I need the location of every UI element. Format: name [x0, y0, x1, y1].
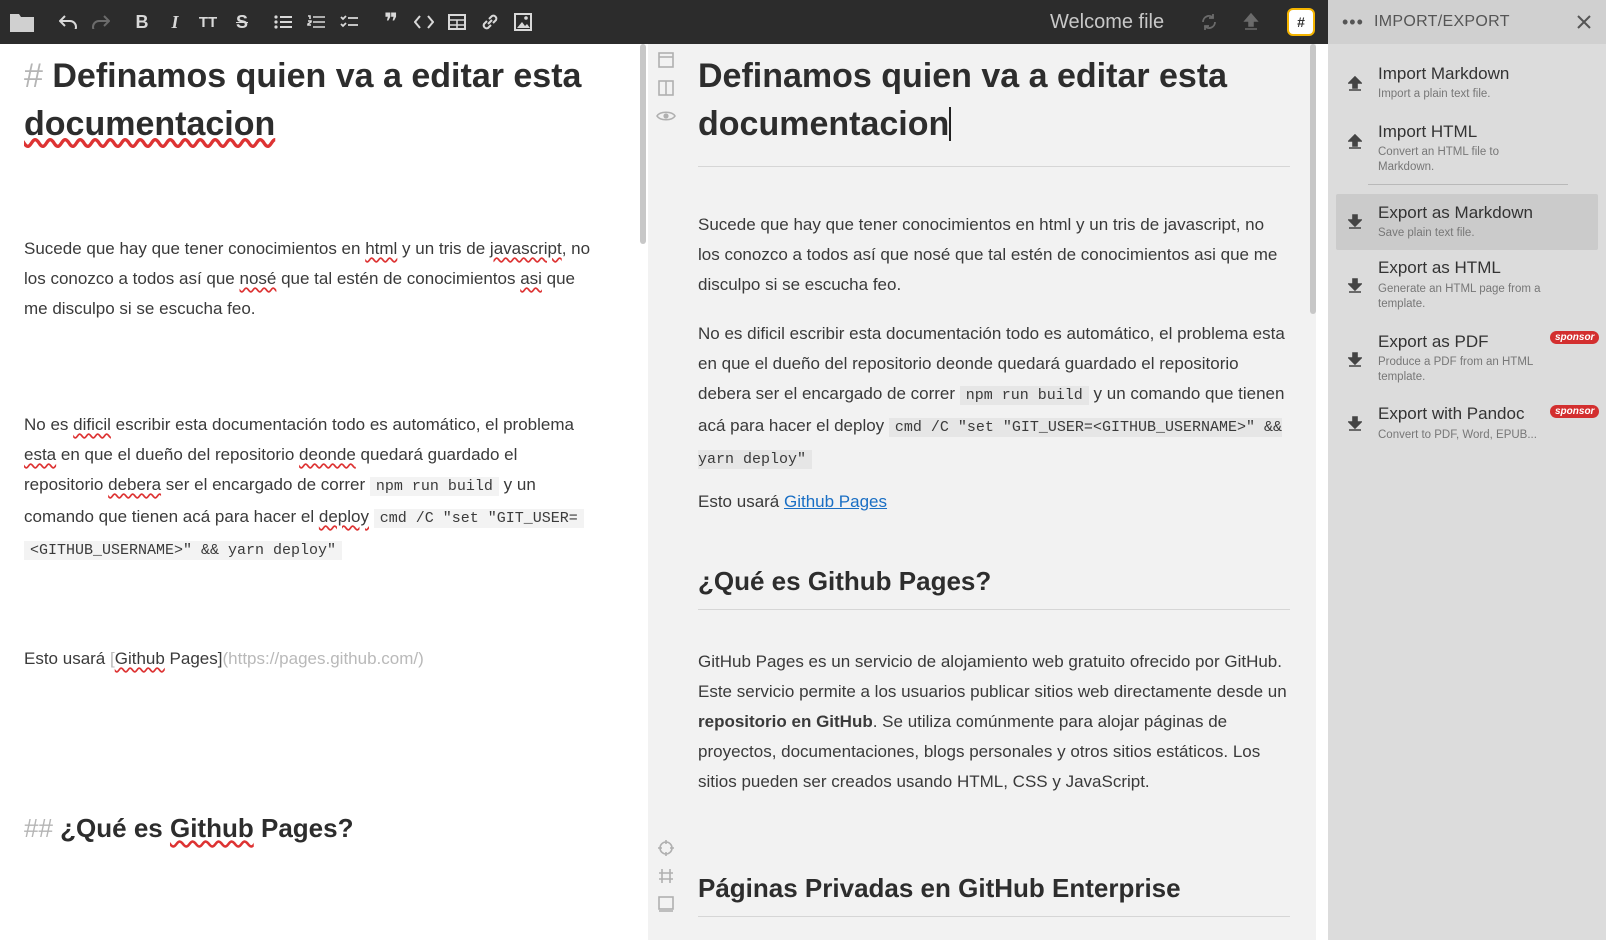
heading-marker: # [24, 57, 43, 95]
inline-code: npm run build [959, 386, 1089, 405]
preview-paragraph-4: GitHub Pages es un servicio de alojamien… [698, 652, 1287, 791]
editor-toolbar: B I TT S ❞ Welcome file # [0, 0, 1328, 44]
inline-code: cmd /C "set "GIT_USER= [373, 509, 584, 528]
panel-title: IMPORT/EXPORT [1374, 13, 1510, 30]
sponsor-badge: sponsor [1550, 331, 1600, 344]
editor-paragraph-1: Sucede que hay que tener conocimientos e… [24, 239, 591, 318]
github-pages-link[interactable]: Github Pages [784, 492, 887, 511]
code-icon[interactable] [409, 0, 439, 44]
undo-icon[interactable] [53, 0, 83, 44]
preview-heading-2: ¿Qué es Github Pages? [698, 563, 1290, 610]
strikethrough-icon[interactable]: S [227, 0, 257, 44]
import-export-panel: ••• IMPORT/EXPORT Import Markdown Import… [1328, 0, 1606, 940]
export-pdf-item[interactable]: Export as PDF sponsor Produce a PDF from… [1336, 328, 1600, 396]
editor-paragraph-2: No es dificil escribir esta documentació… [24, 410, 614, 566]
preview-scrollbar[interactable] [1310, 44, 1316, 314]
export-markdown-item[interactable]: Export as Markdown Save plain text file. [1336, 194, 1598, 250]
toggle-editor-icon[interactable] [656, 50, 676, 70]
editor-h1-line1: Definamos quien va a editar esta [52, 57, 582, 95]
scroll-sync-icon[interactable] [656, 838, 676, 858]
editor-paragraph-3: Esto usará [Github Pages](https://pages.… [24, 649, 424, 668]
upload-icon [1347, 133, 1366, 152]
upload-icon [1347, 75, 1366, 94]
navigation-bar-icon[interactable] [656, 866, 676, 886]
import-html-item[interactable]: Import HTML Convert an HTML file to Mark… [1336, 114, 1598, 173]
editor-heading-2: ## ¿Qué es Github Pages? [24, 813, 354, 843]
file-title[interactable]: Welcome file [1050, 0, 1164, 44]
editor-scrollbar[interactable] [640, 44, 646, 244]
download-icon [1347, 278, 1366, 296]
numbered-list-icon[interactable] [301, 0, 331, 44]
publish-icon[interactable] [1236, 0, 1266, 44]
redo-icon[interactable] [86, 0, 116, 44]
export-pandoc-item[interactable]: Export with Pandoc sponsor Convert to PD… [1336, 402, 1600, 458]
preview-heading-3: Páginas Privadas en GitHub Enterprise [698, 870, 1290, 917]
markdown-preview: Definamos quien va a editar esta documen… [684, 44, 1316, 940]
close-icon[interactable] [1572, 10, 1596, 34]
editor-h1-line2: documentacion [24, 105, 276, 143]
download-icon [1347, 416, 1366, 434]
preview-paragraph-3: Esto usará Github Pages [698, 492, 888, 511]
italic-icon[interactable]: I [160, 0, 190, 44]
panel-header: ••• IMPORT/EXPORT [1328, 0, 1606, 44]
view-gutter [648, 44, 684, 940]
text-caret [949, 107, 952, 141]
sponsor-badge: sponsor [1550, 405, 1600, 418]
workspace-badge[interactable]: # [1287, 8, 1315, 36]
checklist-icon[interactable] [334, 0, 364, 44]
preview-heading-1: Definamos quien va a editar esta documen… [698, 52, 1290, 167]
menu-divider [1368, 184, 1568, 185]
app: B I TT S ❞ Welcome file # # Definamos qu… [0, 0, 1606, 940]
markdown-editor[interactable]: # Definamos quien va a editar esta docum… [0, 44, 648, 940]
inline-code: npm run build [369, 477, 499, 496]
quote-icon[interactable]: ❞ [376, 0, 406, 44]
preview-paragraph-1: Sucede que hay que tener conocimientos e… [698, 215, 1278, 294]
more-options-icon[interactable]: ••• [1342, 12, 1364, 33]
import-markdown-item[interactable]: Import Markdown Import a plain text file… [1336, 56, 1598, 112]
status-bar-icon[interactable] [656, 894, 676, 914]
table-icon[interactable] [442, 0, 472, 44]
editor-heading-1: # Definamos quien va a editar esta docum… [24, 52, 620, 148]
split-view-icon[interactable] [656, 78, 676, 98]
download-icon [1347, 352, 1366, 370]
image-icon[interactable] [508, 0, 538, 44]
heading-icon[interactable]: TT [193, 0, 223, 44]
export-html-item[interactable]: Export as HTML Generate an HTML page fro… [1336, 254, 1598, 322]
preview-paragraph-2: No es dificil escribir esta documentació… [698, 324, 1285, 469]
inline-code: <GITHUB_USERNAME>" && yarn deploy" [24, 541, 343, 560]
bullet-list-icon[interactable] [268, 0, 298, 44]
folder-icon[interactable] [6, 0, 38, 44]
link-icon[interactable] [475, 0, 505, 44]
preview-eye-icon[interactable] [656, 106, 676, 126]
bold-icon[interactable]: B [127, 0, 157, 44]
sync-icon[interactable] [1194, 0, 1224, 44]
download-icon [1347, 214, 1366, 232]
